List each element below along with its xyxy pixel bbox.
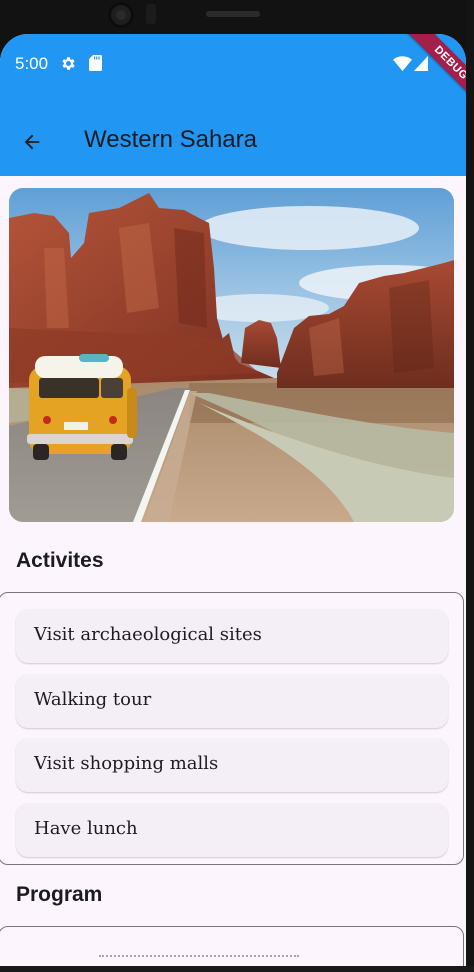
app-bar: 5:00 DEBUG Western Sahara [0, 34, 466, 176]
earpiece-speaker [206, 11, 260, 17]
phone-bezel [466, 0, 474, 972]
activities-list[interactable]: Visit archaeological sites Walking tour … [0, 592, 464, 865]
hero-image [9, 188, 454, 522]
program-heading: Program [16, 883, 103, 906]
clipped-content [99, 955, 299, 963]
list-item[interactable]: Have lunch [16, 803, 448, 857]
wifi-icon [393, 56, 412, 71]
back-button[interactable] [10, 124, 54, 160]
list-item-label: Visit shopping malls [34, 753, 219, 774]
debug-banner: DEBUG [405, 34, 466, 109]
status-time: 5:00 [15, 54, 49, 73]
signal-icon [414, 56, 428, 71]
list-item-label: Have lunch [34, 818, 138, 839]
phone-frame: 5:00 DEBUG Western Sahara Activites Visi… [0, 0, 474, 972]
list-item-label: Walking tour [34, 689, 152, 710]
front-camera [108, 2, 134, 28]
list-item[interactable]: Visit shopping malls [16, 738, 448, 792]
list-item[interactable]: Walking tour [16, 674, 448, 728]
sd-card-icon [89, 55, 102, 71]
activities-heading: Activites [16, 549, 104, 572]
list-item[interactable]: Visit archaeological sites [16, 609, 448, 663]
page-title: Western Sahara [84, 126, 257, 153]
app-screen: 5:00 DEBUG Western Sahara Activites Visi… [0, 34, 466, 972]
list-item-label: Visit archaeological sites [34, 624, 262, 645]
gear-icon [62, 57, 75, 70]
arrow-back-icon [24, 134, 40, 150]
phone-bottom-edge [0, 966, 474, 972]
proximity-sensor [146, 4, 156, 24]
